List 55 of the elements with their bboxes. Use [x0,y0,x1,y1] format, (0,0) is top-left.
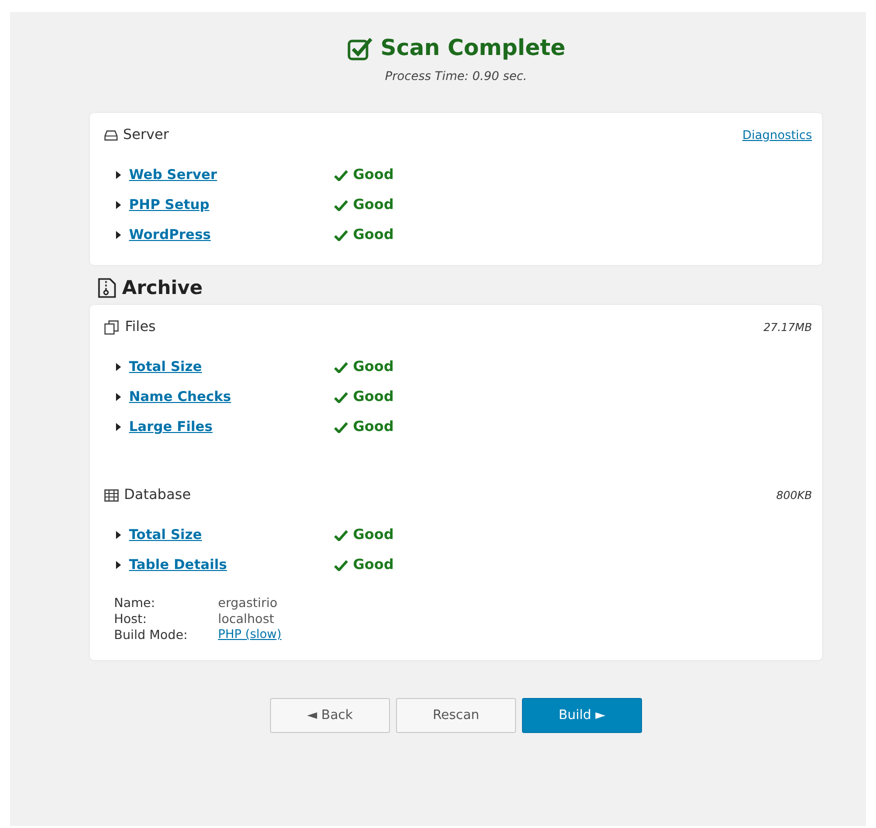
check-link[interactable]: Table Details [129,557,227,573]
section-title: Database [124,487,191,503]
status-text: Good [353,359,394,375]
caret-icon [116,393,121,401]
drive-icon [104,130,118,140]
check-link[interactable]: WordPress [129,227,211,243]
section-title: Server [123,127,169,143]
check-icon [334,362,348,372]
caret-icon [116,231,121,239]
check-icon [334,392,348,402]
check-link[interactable]: Total Size [129,359,202,375]
zip-file-icon [98,278,116,298]
table-icon [104,488,119,502]
check-link[interactable]: Large Files [129,419,213,435]
detail-value: ergastirio [218,595,278,610]
caret-icon [116,423,121,431]
check-icon [334,422,348,432]
build-button[interactable]: Build ► [522,698,642,733]
caret-icon [116,201,121,209]
nav-button[interactable]: Rescan [396,698,516,733]
detail-label: Name: [114,595,156,610]
nav-button[interactable]: ◄ Back [270,698,390,733]
size-text: 27.17MB [763,320,812,334]
check-link[interactable]: Web Server [129,167,218,183]
status-text: Good [353,197,394,213]
size-text: 800KB [776,488,812,502]
check-link[interactable]: Total Size [129,527,202,543]
status-text: Good [353,167,394,183]
caret-icon [116,531,121,539]
check-link[interactable]: Name Checks [129,389,232,405]
check-icon [334,200,348,210]
archive-heading: Archive [122,277,203,299]
process-time: Process Time: 0.90 sec. [385,69,527,83]
check-icon [334,560,348,570]
caret-icon [116,561,121,569]
check-icon [334,170,348,180]
diagnostics-link[interactable]: Diagnostics [742,128,812,142]
checkbox-icon [346,36,373,60]
status-text: Good [353,557,394,573]
detail-label: Build Mode: [114,627,189,642]
files-icon [104,320,120,334]
status-text: Good [353,527,394,543]
check-link[interactable]: PHP Setup [129,197,210,213]
status-text: Good [353,419,394,435]
detail-value: localhost [218,611,276,626]
page-title: Scan Complete [380,36,566,61]
section-title: Files [125,319,156,335]
status-text: Good [353,227,394,243]
check-icon [334,530,348,540]
status-text: Good [353,389,394,405]
build-mode-link[interactable]: PHP (slow) [218,627,282,642]
check-icon [334,230,348,240]
caret-icon [116,363,121,371]
detail-label: Host: [114,611,148,626]
caret-icon [116,171,121,179]
